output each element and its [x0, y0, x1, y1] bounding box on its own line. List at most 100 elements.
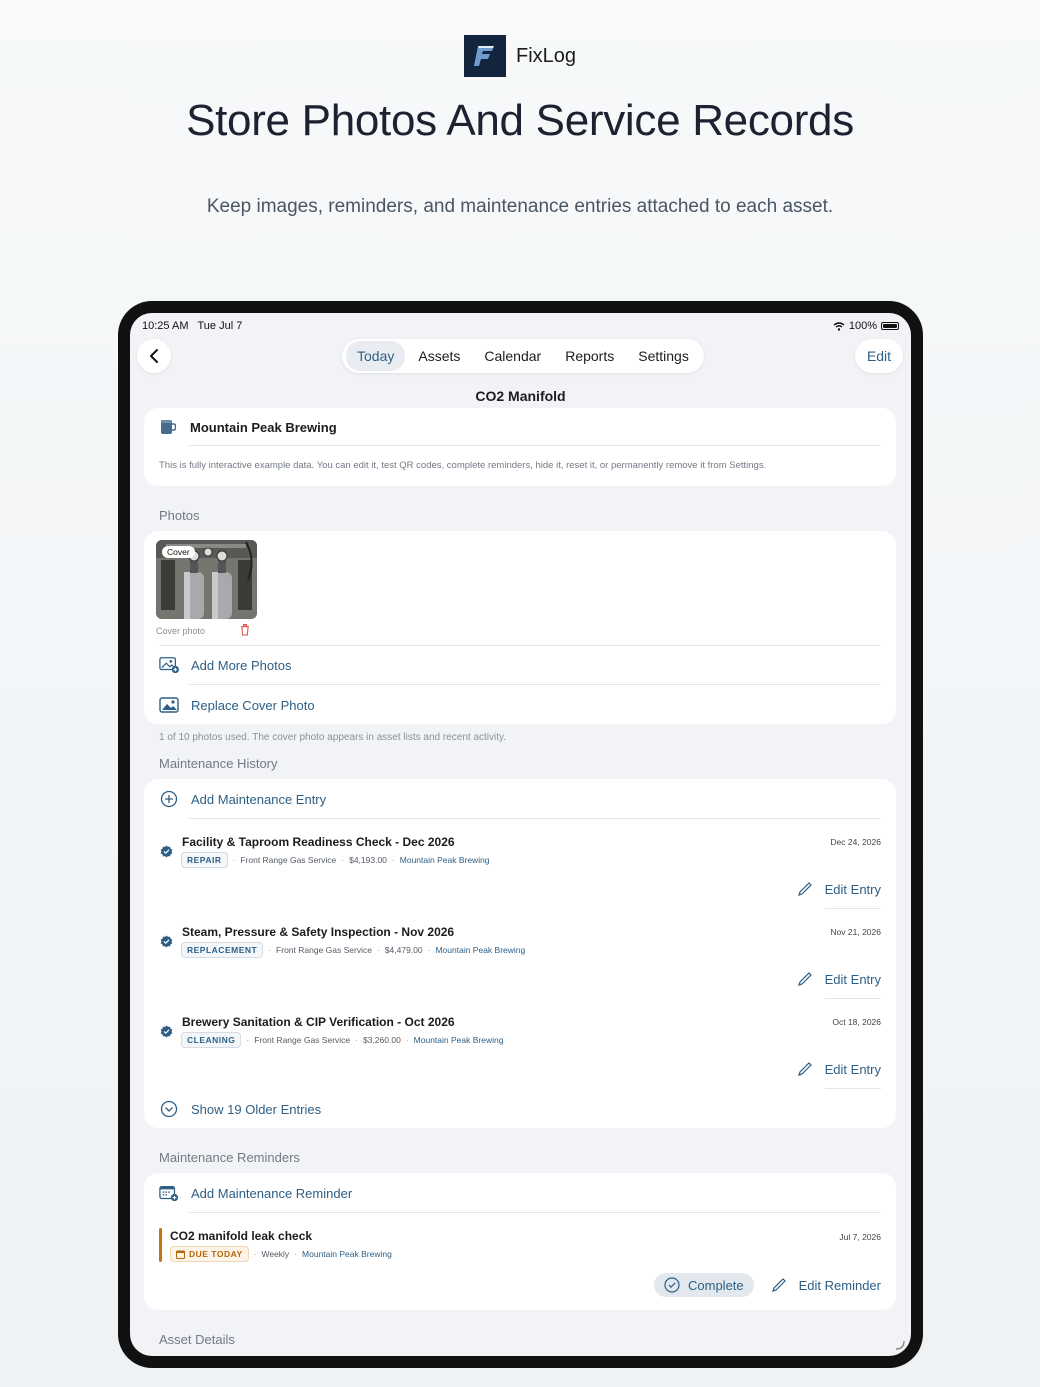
chevron-left-icon: [150, 349, 158, 363]
maintenance-card: Add Maintenance Entry Facility & Taproom…: [144, 779, 896, 1128]
add-more-photos-button[interactable]: Add More Photos: [159, 655, 291, 675]
edit-entry-button[interactable]: Edit Entry: [797, 971, 881, 987]
divider: [825, 908, 881, 909]
pencil-icon: [797, 882, 812, 896]
meta-separator: ·: [376, 945, 380, 955]
wifi-icon: [833, 321, 845, 331]
tab-today[interactable]: Today: [346, 341, 406, 371]
add-maintenance-reminder-button[interactable]: Add Maintenance Reminder: [159, 1183, 352, 1203]
tab-calendar[interactable]: Calendar: [473, 341, 552, 371]
entry-location[interactable]: Mountain Peak Brewing: [435, 945, 525, 955]
meta-separator: ·: [294, 1249, 298, 1259]
photos-card: Cover Cover photo Add More Photos Replac…: [144, 531, 896, 724]
divider: [825, 1088, 881, 1089]
asset-details-section-label: Asset Details: [159, 1332, 235, 1347]
edit-entry-button[interactable]: Edit Entry: [797, 881, 881, 897]
add-maintenance-entry-label: Add Maintenance Entry: [191, 791, 327, 807]
pencil-icon: [797, 972, 812, 986]
example-data-note: This is fully interactive example data. …: [159, 460, 767, 471]
tab-bar: Today Assets Calendar Reports Settings: [342, 339, 704, 373]
tab-assets[interactable]: Assets: [407, 341, 471, 371]
entry-title[interactable]: Facility & Taproom Readiness Check - Dec…: [182, 835, 455, 849]
business-card: Mountain Peak Brewing This is fully inte…: [144, 408, 896, 486]
add-maintenance-entry-button[interactable]: Add Maintenance Entry: [159, 789, 326, 809]
divider: [189, 684, 881, 685]
complete-reminder-button[interactable]: Complete: [654, 1273, 754, 1297]
edit-button[interactable]: Edit: [855, 339, 903, 373]
reminder-meta: DUE TODAY · Weekly · Mountain Peak Brewi…: [170, 1246, 392, 1262]
edit-entry-button[interactable]: Edit Entry: [797, 1061, 881, 1077]
show-older-entries-button[interactable]: Show 19 Older Entries: [159, 1099, 321, 1119]
entry-location[interactable]: Mountain Peak Brewing: [414, 1035, 504, 1045]
subline: Keep images, reminders, and maintenance …: [206, 196, 834, 217]
due-status-badge: DUE TODAY: [170, 1246, 249, 1262]
entry-tag: CLEANING: [181, 1032, 242, 1048]
show-older-entries-label: Show 19 Older Entries: [191, 1101, 322, 1117]
verified-badge-icon: [160, 845, 173, 858]
entry-date: Nov 21, 2026: [830, 927, 881, 937]
maintenance-section-label: Maintenance History: [159, 756, 278, 771]
resize-handle-icon[interactable]: [893, 1338, 905, 1350]
meta-separator: ·: [268, 945, 272, 955]
entry-title[interactable]: Brewery Sanitation & CIP Verification - …: [182, 1015, 455, 1029]
cover-photo-caption: Cover photo: [156, 626, 206, 636]
verified-badge-icon: [160, 1025, 173, 1038]
edit-reminder-label: Edit Reminder: [798, 1277, 881, 1293]
divider: [159, 645, 881, 646]
reminders-section-label: Maintenance Reminders: [159, 1150, 300, 1165]
back-button[interactable]: [137, 339, 171, 373]
chevron-down-circle-icon: [159, 1099, 179, 1119]
entry-location[interactable]: Mountain Peak Brewing: [400, 855, 490, 865]
cover-photo-thumbnail[interactable]: Cover: [156, 540, 257, 619]
page-title: CO2 Manifold: [475, 388, 566, 404]
business-name: Mountain Peak Brewing: [190, 420, 337, 435]
edit-entry-label: Edit Entry: [824, 1061, 881, 1077]
reminder-location[interactable]: Mountain Peak Brewing: [302, 1249, 392, 1259]
headline: Store Photos And Service Records: [186, 96, 854, 145]
mug-icon: [161, 420, 176, 434]
entry-cost: $3,260.00: [362, 1035, 401, 1045]
entry-meta: REPLACEMENT · Front Range Gas Service · …: [181, 942, 525, 958]
status-date: Tue Jul 7: [197, 320, 243, 332]
calendar-add-icon: [159, 1183, 179, 1203]
reminder-title[interactable]: CO2 manifold leak check: [170, 1229, 312, 1243]
photos-section-label: Photos: [159, 508, 200, 523]
photo-icon: [159, 695, 179, 715]
replace-cover-photo-button[interactable]: Replace Cover Photo: [159, 695, 315, 715]
divider: [825, 998, 881, 999]
entry-vendor: Front Range Gas Service: [254, 1035, 351, 1045]
trash-icon[interactable]: [240, 624, 250, 636]
due-status-label: DUE TODAY: [189, 1249, 243, 1259]
edit-entry-label: Edit Entry: [824, 881, 881, 897]
tab-settings[interactable]: Settings: [627, 341, 700, 371]
tab-reports[interactable]: Reports: [554, 341, 625, 371]
entry-meta: CLEANING · Front Range Gas Service · $3,…: [181, 1032, 503, 1048]
status-bar: 10:25 AM Tue Jul 7 100%: [142, 320, 899, 332]
reminder-frequency: Weekly: [261, 1249, 290, 1259]
edit-reminder-button[interactable]: Edit Reminder: [771, 1277, 881, 1293]
fixlog-logo-icon: [463, 35, 506, 77]
add-maintenance-reminder-label: Add Maintenance Reminder: [191, 1185, 353, 1201]
due-indicator-bar: [159, 1228, 162, 1262]
meta-separator: ·: [427, 945, 431, 955]
add-more-photos-label: Add More Photos: [191, 657, 292, 673]
photo-add-icon: [159, 655, 179, 675]
plus-circle-icon: [159, 789, 179, 809]
entry-tag: REPAIR: [181, 852, 228, 868]
photos-footnote: 1 of 10 photos used. The cover photo app…: [159, 732, 507, 743]
battery-icon: [881, 322, 899, 330]
entry-date: Oct 18, 2026: [832, 1017, 881, 1027]
pencil-icon: [771, 1278, 786, 1292]
entry-title[interactable]: Steam, Pressure & Safety Inspection - No…: [182, 925, 454, 939]
brand-header: FixLog: [0, 35, 1040, 77]
reminders-card: Add Maintenance Reminder CO2 manifold le…: [144, 1173, 896, 1310]
entry-vendor: Front Range Gas Service: [276, 945, 372, 955]
battery-percent: 100%: [848, 320, 877, 332]
reminder-date: Jul 7, 2026: [839, 1232, 881, 1242]
cover-chip: Cover: [162, 546, 195, 558]
divider: [189, 445, 881, 446]
meta-separator: ·: [246, 1035, 250, 1045]
meta-separator: ·: [341, 855, 345, 865]
status-time: 10:25 AM: [142, 320, 189, 332]
complete-label: Complete: [688, 1277, 744, 1293]
